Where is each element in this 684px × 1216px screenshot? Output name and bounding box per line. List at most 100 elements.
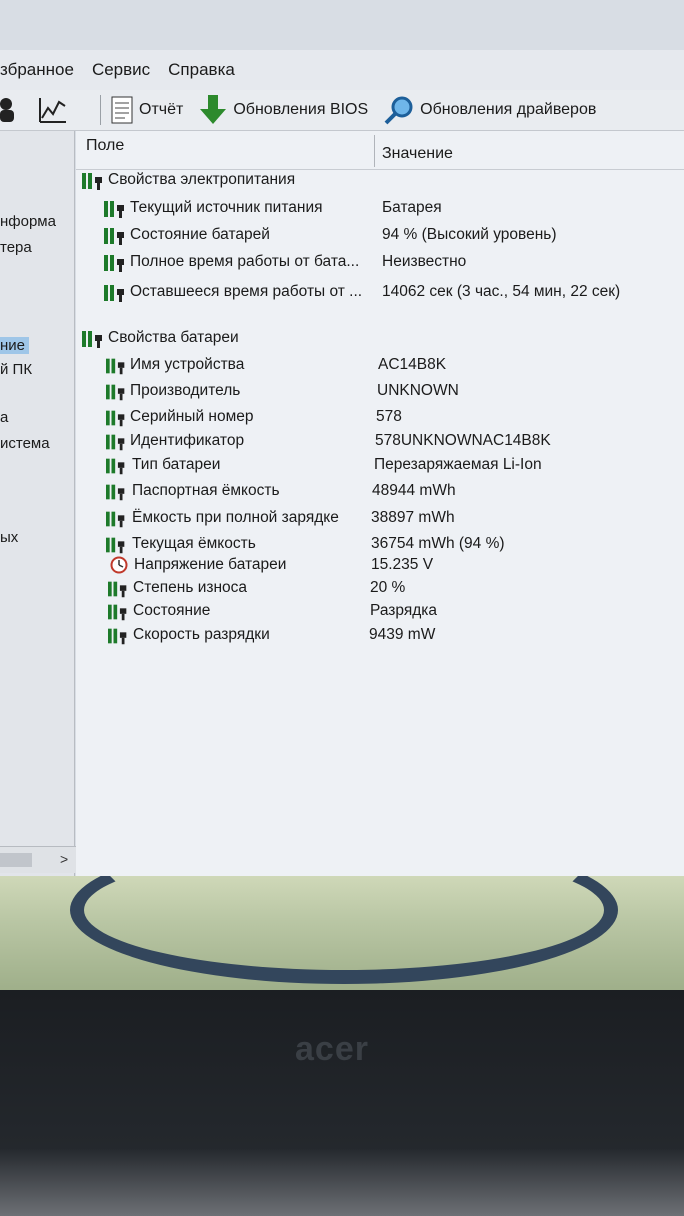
battery-plug-icon xyxy=(106,511,125,528)
driver-update-label: Обновления драйверов xyxy=(420,101,597,118)
row-label: Идентификатор xyxy=(130,432,245,449)
user-icon xyxy=(0,98,14,122)
row-label: Степень износа xyxy=(133,579,248,596)
row-value: UNKNOWN xyxy=(377,382,459,399)
tree-item[interactable]: а xyxy=(0,409,8,426)
row-value: 578 xyxy=(376,408,402,425)
row-value: 36754 mWh (94 %) xyxy=(371,535,505,552)
row-value: Разрядка xyxy=(370,602,438,619)
battery-plug-icon xyxy=(108,628,127,645)
tree-item-selected[interactable]: ние xyxy=(0,337,30,354)
toolbar: Отчёт Обновления BIOS Обновления драйвер… xyxy=(0,90,684,131)
table-row[interactable]: Ёмкость при полной зарядке 38897 mWh xyxy=(76,507,684,531)
tree-item[interactable]: тера xyxy=(0,239,32,256)
battery-plug-icon xyxy=(106,484,125,501)
details-pane: Поле Значение Свойства электропитания Те… xyxy=(76,131,684,876)
download-arrow-icon xyxy=(200,95,227,124)
report-button[interactable]: Отчёт xyxy=(111,96,183,124)
desktop-wallpaper xyxy=(0,876,684,990)
scroll-right-arrow-icon[interactable]: > xyxy=(60,851,68,867)
section-power: Свойства электропитания xyxy=(76,169,684,193)
voltage-clock-icon xyxy=(110,556,128,574)
driver-update-button[interactable]: Обновления драйверов xyxy=(384,95,596,125)
row-label: Состояние xyxy=(133,602,211,619)
laptop-bezel: acer xyxy=(0,990,684,1216)
report-icon xyxy=(111,96,133,124)
battery-plug-icon xyxy=(106,458,125,475)
table-row[interactable]: Полное время работы от бата... Неизвестн… xyxy=(76,251,684,275)
row-value: 9439 mW xyxy=(369,626,436,643)
battery-plug-icon xyxy=(104,285,124,302)
row-label: Серийный номер xyxy=(130,408,254,425)
row-label: Ёмкость при полной зарядке xyxy=(132,509,339,526)
table-row[interactable]: Серийный номер 578 xyxy=(76,406,684,430)
user-button[interactable] xyxy=(0,97,22,123)
row-value: 15.235 V xyxy=(371,556,434,573)
wallpaper-road xyxy=(70,876,618,984)
table-row[interactable]: Имя устройства AC14B8K xyxy=(76,354,684,378)
row-label: Напряжение батареи xyxy=(134,556,287,573)
scrollbar-thumb[interactable] xyxy=(0,853,32,867)
menu-favorites[interactable]: збранное xyxy=(0,60,74,80)
battery-plug-icon xyxy=(106,537,125,554)
tree-item[interactable]: истема xyxy=(0,435,50,452)
table-row[interactable]: Состояние Разрядка xyxy=(76,600,684,624)
battery-plug-icon xyxy=(108,604,127,621)
row-value: Неизвестно xyxy=(382,253,467,270)
row-label: Текущий источник питания xyxy=(130,199,323,216)
table-row[interactable]: Оставшееся время работы от ... 14062 сек… xyxy=(76,281,684,305)
table-row[interactable]: Тип батареи Перезаряжаемая Li-Ion xyxy=(76,454,684,478)
tree-item[interactable]: й ПК xyxy=(0,361,32,378)
table-row[interactable]: Степень износа 20 % xyxy=(76,577,684,601)
navigation-tree: нформа тера ние й ПК а истема ых xyxy=(0,131,75,876)
row-label: Текущая ёмкость xyxy=(132,535,256,552)
column-header: Поле Значение xyxy=(76,131,684,170)
battery-plug-icon xyxy=(106,410,125,427)
horizontal-scrollbar[interactable]: > xyxy=(0,846,76,873)
battery-plug-icon xyxy=(106,358,125,375)
row-label: Полное время работы от бата... xyxy=(130,253,360,270)
benchmark-button[interactable] xyxy=(38,96,74,124)
table-row[interactable]: Напряжение батареи 15.235 V xyxy=(76,554,684,578)
row-value: 38897 mWh xyxy=(371,509,455,526)
battery-plug-icon xyxy=(106,384,125,401)
column-divider[interactable] xyxy=(374,135,375,167)
row-value: 14062 сек (3 час., 54 мин, 22 сек) xyxy=(382,283,621,300)
row-label: Имя устройства xyxy=(130,356,245,373)
battery-plug-icon xyxy=(104,201,124,218)
table-row[interactable]: Производитель UNKNOWN xyxy=(76,380,684,404)
section-battery: Свойства батареи xyxy=(76,327,684,351)
menu-bar: збранное Сервис Справка xyxy=(0,50,684,91)
row-value: Батарея xyxy=(382,199,442,216)
row-value: 48944 mWh xyxy=(372,482,456,499)
battery-plug-icon xyxy=(82,173,102,190)
menu-help[interactable]: Справка xyxy=(168,60,235,80)
table-row[interactable]: Идентификатор 578UNKNOWNAC14B8K xyxy=(76,430,684,454)
row-value: 94 % (Высокий уровень) xyxy=(382,226,557,243)
table-row[interactable]: Паспортная ёмкость 48944 mWh xyxy=(76,480,684,504)
chart-icon xyxy=(39,98,66,123)
battery-plug-icon xyxy=(108,581,127,598)
tree-item[interactable]: нформа xyxy=(0,213,56,230)
row-value: 20 % xyxy=(370,579,406,596)
bios-update-button[interactable]: Обновления BIOS xyxy=(199,95,368,125)
table-row[interactable]: Текущий источник питания Батарея xyxy=(76,197,684,221)
bios-update-label: Обновления BIOS xyxy=(233,101,369,118)
row-label: Скорость разрядки xyxy=(133,626,270,643)
battery-plug-icon xyxy=(104,228,124,245)
row-label: Производитель xyxy=(130,382,241,399)
tree-item[interactable]: ых xyxy=(0,529,18,546)
row-value: AC14B8K xyxy=(378,356,447,373)
row-value: Перезаряжаемая Li-Ion xyxy=(374,456,542,473)
value-column-header[interactable]: Значение xyxy=(382,145,453,163)
row-label: Паспортная ёмкость xyxy=(132,482,280,499)
menu-service[interactable]: Сервис xyxy=(92,60,150,80)
table-row[interactable]: Состояние батарей 94 % (Высокий уровень) xyxy=(76,224,684,248)
row-label: Оставшееся время работы от ... xyxy=(130,283,363,300)
table-row[interactable]: Скорость разрядки 9439 mW xyxy=(76,624,684,648)
row-label: Тип батареи xyxy=(132,456,221,473)
row-value: 578UNKNOWNAC14B8K xyxy=(375,432,551,449)
magnifier-icon xyxy=(384,96,413,125)
section-title: Свойства электропитания xyxy=(108,171,296,188)
field-column-header[interactable]: Поле xyxy=(86,137,124,155)
